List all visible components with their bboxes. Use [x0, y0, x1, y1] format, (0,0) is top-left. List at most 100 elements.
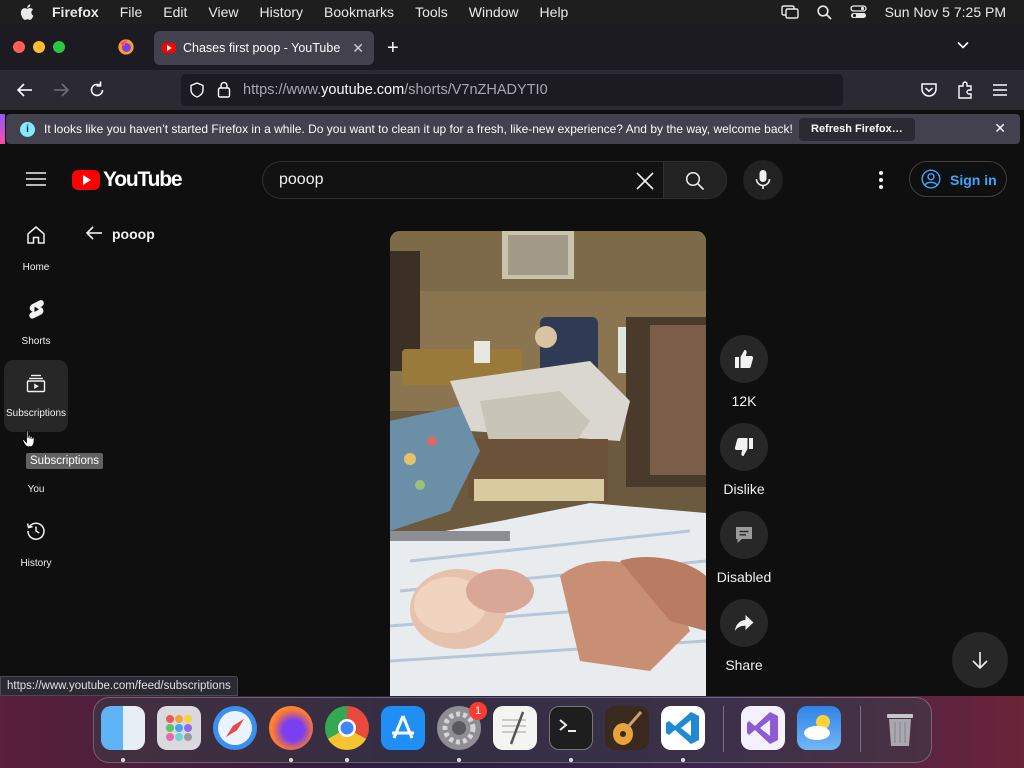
like-action[interactable]: 12K [720, 335, 768, 409]
youtube-logo[interactable]: YouTube [72, 168, 183, 192]
url-text[interactable]: https://www.youtube.com/shorts/V7nZHADYT… [243, 82, 548, 98]
hamburger-menu-icon[interactable] [990, 80, 1010, 100]
dislike-button[interactable] [720, 423, 768, 471]
address-bar[interactable]: https://www.youtube.com/shorts/V7nZHADYT… [181, 74, 843, 106]
forward-arrow-icon[interactable] [51, 80, 71, 100]
sign-in-button[interactable]: Sign in [909, 161, 1007, 197]
firefox-view-icon[interactable] [117, 38, 135, 56]
menubar-clock[interactable]: Sun Nov 5 7:25 PM [885, 4, 1006, 20]
new-tab-button[interactable]: + [387, 37, 399, 60]
shorts-query-title: pooop [112, 226, 155, 242]
extensions-icon[interactable] [955, 80, 975, 100]
dock-safari-icon[interactable] [213, 706, 257, 750]
dock-weather-icon[interactable] [797, 706, 841, 750]
thumbs-down-icon [734, 438, 753, 456]
home-icon [27, 226, 45, 244]
guide-item-shorts[interactable]: Shorts [4, 288, 68, 360]
notification-close-icon[interactable]: ✕ [994, 120, 1006, 137]
lock-icon[interactable] [217, 81, 231, 98]
list-all-tabs-chevron-icon[interactable] [956, 38, 970, 52]
control-center-icon[interactable] [849, 5, 867, 19]
apple-icon[interactable] [18, 4, 36, 20]
dislike-label: Dislike [723, 481, 765, 497]
thumbs-up-icon [735, 350, 754, 368]
guide-item-history[interactable]: History [4, 510, 68, 582]
pocket-icon[interactable] [919, 80, 939, 100]
url-domain: youtube.com [321, 82, 405, 98]
menu-help[interactable]: Help [540, 4, 569, 20]
dock-trash-icon[interactable] [878, 706, 922, 750]
menu-edit[interactable]: Edit [163, 4, 187, 20]
dock-running-indicator [569, 758, 573, 762]
next-short-button[interactable] [952, 632, 1008, 688]
like-button[interactable] [720, 335, 768, 383]
settings-kebab-icon[interactable] [869, 168, 893, 192]
dock-running-indicator [121, 758, 125, 762]
dock-vscode-icon[interactable] [661, 706, 705, 750]
subscriptions-icon [26, 374, 46, 393]
back-arrow-icon[interactable] [85, 224, 103, 242]
link-status-url: https://www.youtube.com/feed/subscriptio… [0, 676, 238, 696]
share-action[interactable]: Share [720, 599, 768, 673]
comments-label: Disabled [716, 569, 772, 585]
share-button[interactable] [720, 599, 768, 647]
terminal-prompt-icon [559, 719, 576, 732]
compass-icon [218, 711, 252, 745]
menu-tools[interactable]: Tools [415, 4, 448, 20]
comments-action[interactable]: Disabled [717, 511, 771, 585]
video-frame [390, 231, 706, 696]
guide-item-subscriptions[interactable]: Subscriptions [4, 360, 68, 432]
guide-item-you[interactable]: You [4, 436, 68, 508]
dock-chrome-icon[interactable] [325, 706, 369, 750]
comments-button[interactable] [720, 511, 768, 559]
dock-app-store-icon[interactable] [381, 706, 425, 750]
active-tab[interactable]: Chases first poop - YouTube ✕ [154, 31, 374, 65]
guide-label-you: You [27, 484, 45, 495]
menu-app-firefox[interactable]: Firefox [52, 4, 99, 20]
screen-mirroring-icon[interactable] [780, 5, 799, 19]
tracking-protection-shield-icon[interactable] [189, 82, 205, 98]
dislike-action[interactable]: Dislike [720, 423, 768, 497]
dock-separator [723, 706, 724, 752]
tab-close-icon[interactable]: ✕ [352, 40, 364, 57]
info-icon: i [20, 122, 35, 137]
guide-item-home[interactable]: Home [4, 214, 68, 286]
dock-visual-studio-icon[interactable] [741, 706, 785, 750]
dock-textedit-icon[interactable] [493, 706, 537, 750]
menu-window[interactable]: Window [469, 4, 519, 20]
refresh-firefox-button[interactable]: Refresh Firefox… [799, 118, 915, 141]
guide-menu-icon[interactable] [26, 172, 46, 186]
url-path: /shorts/V7nZHADYTI0 [404, 82, 548, 98]
dock-launchpad-icon[interactable] [157, 706, 201, 750]
window-minimize-button[interactable] [33, 41, 45, 53]
clear-search-icon[interactable] [634, 170, 656, 192]
app-store-a-icon [392, 715, 414, 739]
sun-cloud-icon [804, 715, 830, 740]
back-arrow-icon[interactable] [15, 80, 35, 100]
reload-icon[interactable] [87, 80, 107, 100]
guide-label-home: Home [22, 262, 50, 273]
menu-view[interactable]: View [208, 4, 238, 20]
dock-garageband-icon[interactable] [605, 706, 649, 750]
visual-studio-logo-icon [747, 712, 778, 744]
search-input[interactable] [279, 171, 619, 189]
like-count: 12K [731, 393, 757, 409]
menu-history[interactable]: History [259, 4, 303, 20]
menu-file[interactable]: File [120, 4, 143, 20]
dock-terminal-icon[interactable] [549, 706, 593, 750]
sign-in-label: Sign in [950, 172, 997, 188]
macos-menu-bar: Firefox File Edit View History Bookmarks… [0, 0, 1024, 24]
youtube-play-logo-icon [72, 170, 100, 190]
window-close-button[interactable] [13, 41, 25, 53]
search-button[interactable] [663, 161, 727, 199]
shorts-video-player[interactable] [390, 231, 706, 696]
menu-bookmarks[interactable]: Bookmarks [324, 4, 394, 20]
subscriptions-tooltip: Subscriptions [26, 453, 104, 469]
dock-finder-icon[interactable] [101, 706, 145, 750]
voice-search-button[interactable] [743, 160, 783, 200]
window-zoom-button[interactable] [53, 41, 65, 53]
hand-pointer-cursor-icon [22, 430, 35, 448]
dock-running-indicator [345, 758, 349, 762]
spotlight-search-icon[interactable] [816, 4, 832, 20]
dock-firefox-icon[interactable] [269, 706, 313, 750]
